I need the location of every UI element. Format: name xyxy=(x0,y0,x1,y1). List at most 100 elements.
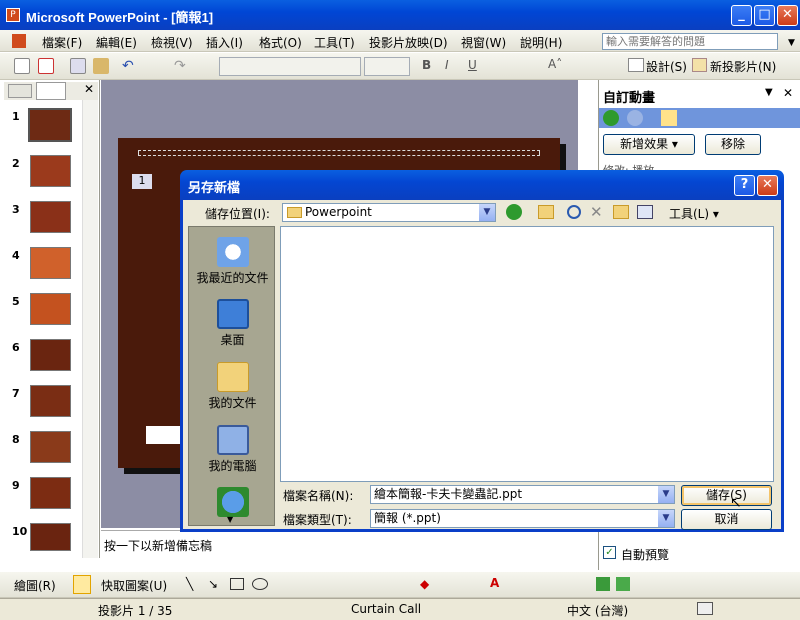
slide-thumb[interactable] xyxy=(30,293,71,325)
bold-icon[interactable]: B xyxy=(422,58,431,72)
mouse-cursor-icon: ↖ xyxy=(730,495,742,511)
close-icon[interactable]: ✕ xyxy=(783,86,793,100)
auto-preview-checkbox[interactable]: ✓ xyxy=(603,546,616,559)
font-combo[interactable] xyxy=(219,57,361,76)
copy-icon[interactable] xyxy=(70,58,86,74)
notes-pane[interactable]: 按一下以新增備忘稿 xyxy=(101,530,578,558)
slide-thumb[interactable] xyxy=(30,477,71,509)
chevron-down-icon[interactable]: ▼ xyxy=(788,38,795,48)
outline-tab[interactable] xyxy=(8,84,32,98)
place-recent[interactable]: 我最近的文件 xyxy=(189,237,276,286)
close-icon[interactable]: ✕ xyxy=(84,82,94,96)
slide-thumb[interactable] xyxy=(28,108,72,142)
place-desktop[interactable]: 桌面 xyxy=(189,299,276,348)
tools-menu[interactable]: 工具(L) ▾ xyxy=(669,205,719,222)
slide-thumb[interactable] xyxy=(30,385,71,417)
back-icon[interactable] xyxy=(603,110,619,126)
taskpane-nav xyxy=(599,108,800,128)
menu-file[interactable]: 檔案(F) xyxy=(42,34,82,51)
rectangle-icon[interactable] xyxy=(230,578,244,590)
paste-icon[interactable] xyxy=(93,58,109,74)
menu-edit[interactable]: 編輯(E) xyxy=(96,34,137,51)
new-icon[interactable] xyxy=(14,58,30,74)
my-documents-icon xyxy=(216,362,249,392)
menu-help[interactable]: 說明(H) xyxy=(520,34,562,51)
close-button[interactable]: ✕ xyxy=(777,5,798,26)
draw-menu[interactable]: 繪圖(R) xyxy=(14,577,56,594)
fill-color-icon[interactable]: ◆ xyxy=(420,577,429,591)
menu-format[interactable]: 格式(O) xyxy=(259,34,302,51)
pane-tabs: ✕ xyxy=(4,82,98,100)
filetype-label: 檔案類型(T): xyxy=(283,513,352,527)
slide-number: 1 xyxy=(12,110,20,123)
title-placeholder[interactable] xyxy=(138,150,540,156)
menu-window[interactable]: 視窗(W) xyxy=(461,34,506,51)
chevron-down-icon[interactable]: ▼ xyxy=(765,87,773,98)
select-arrow-icon[interactable] xyxy=(73,575,91,594)
undo-icon[interactable]: ↶ xyxy=(122,58,134,74)
save-button[interactable]: 儲存(S) xyxy=(681,485,772,506)
help-button[interactable]: ? xyxy=(734,175,755,196)
search-web-icon[interactable] xyxy=(567,205,581,219)
remove-effect-button[interactable]: 移除 xyxy=(705,134,761,155)
slide-thumb[interactable] xyxy=(30,201,71,233)
chevron-down-icon[interactable]: ▼ xyxy=(479,204,495,221)
help-search-input[interactable]: 輸入需要解答的問題 xyxy=(602,33,778,50)
delete-icon[interactable]: ✕ xyxy=(590,203,603,221)
slide-number: 2 xyxy=(12,157,20,170)
slide-thumb[interactable] xyxy=(30,339,71,371)
chevron-down-icon[interactable]: ▼ xyxy=(658,510,674,527)
filename-input[interactable]: 繪本簡報-卡夫卡變蟲記.ppt ▼ xyxy=(370,485,675,504)
font-grow-icon[interactable]: A˄ xyxy=(548,57,562,71)
add-effect-button[interactable]: 新增效果 ▾ xyxy=(603,134,695,155)
maximize-button[interactable]: □ xyxy=(754,5,775,26)
new-folder-icon[interactable] xyxy=(613,205,629,219)
menu-view[interactable]: 檢視(V) xyxy=(151,34,193,51)
slides-tab[interactable] xyxy=(36,82,66,100)
3d-icon[interactable] xyxy=(616,577,630,591)
up-folder-icon[interactable] xyxy=(538,205,554,219)
menu-insert[interactable]: 插入(I) xyxy=(206,34,243,51)
menu-tools[interactable]: 工具(T) xyxy=(314,34,355,51)
oval-icon[interactable] xyxy=(252,578,268,590)
home-icon[interactable] xyxy=(661,110,677,126)
file-list[interactable] xyxy=(280,226,774,482)
line-icon[interactable]: ╲ xyxy=(186,577,193,591)
design-button[interactable]: 設計(S) xyxy=(646,58,687,75)
slide-thumb[interactable] xyxy=(30,523,71,551)
place-my-documents[interactable]: 我的文件 xyxy=(189,362,276,411)
chevron-down-icon[interactable]: ▼ xyxy=(658,486,674,503)
slide-thumb[interactable] xyxy=(30,247,71,279)
back-icon[interactable] xyxy=(506,204,522,220)
arrow-icon[interactable]: ↘ xyxy=(208,577,218,591)
scroll-down-icon[interactable]: ▼ xyxy=(227,515,233,524)
save-in-select[interactable]: Powerpoint ▼ xyxy=(282,203,496,222)
dialog-close-button[interactable]: ✕ xyxy=(757,175,778,196)
italic-icon[interactable]: I xyxy=(445,58,449,72)
filetype-select[interactable]: 簡報 (*.ppt) ▼ xyxy=(370,509,675,528)
place-label: 我的文件 xyxy=(208,396,257,410)
desktop-icon xyxy=(216,299,249,329)
window-title: Microsoft PowerPoint - [簡報1] xyxy=(26,10,214,25)
views-icon[interactable] xyxy=(637,205,653,219)
redo-icon[interactable]: ↷ xyxy=(174,58,186,74)
new-slide-icon xyxy=(692,58,707,72)
cancel-button[interactable]: 取消 xyxy=(681,509,772,530)
fontsize-combo[interactable] xyxy=(364,57,410,76)
doc-icon[interactable] xyxy=(12,34,26,48)
permission-icon[interactable] xyxy=(38,58,54,74)
thumb-scrollbar[interactable] xyxy=(82,100,98,558)
forward-icon[interactable] xyxy=(627,110,643,126)
autoshapes-menu[interactable]: 快取圖案(U) xyxy=(101,577,167,594)
underline-icon[interactable]: U xyxy=(468,58,477,72)
shadow-icon[interactable] xyxy=(596,577,610,591)
new-slide-button[interactable]: 新投影片(N) xyxy=(710,58,776,75)
place-my-computer[interactable]: 我的電腦 xyxy=(189,425,276,474)
font-color-icon[interactable]: A xyxy=(490,576,499,590)
slide-thumb[interactable] xyxy=(30,155,71,187)
tools-label: 工具(L) xyxy=(669,207,710,221)
menu-slideshow[interactable]: 投影片放映(D) xyxy=(369,34,448,51)
places-bar: 我最近的文件 桌面 我的文件 我的電腦 ▼ xyxy=(188,226,275,526)
minimize-button[interactable]: _ xyxy=(731,5,752,26)
slide-thumb[interactable] xyxy=(30,431,71,463)
